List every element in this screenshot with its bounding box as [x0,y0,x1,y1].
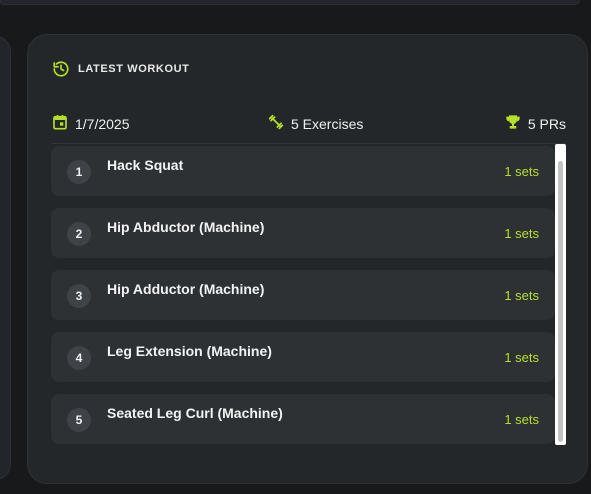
adjacent-card [0,36,11,480]
exercise-row[interactable]: 1 Hack Squat 1 sets [51,146,555,196]
exercise-sets: 1 sets [504,164,539,179]
pr-count: 5 PRs [505,114,566,133]
scrollbar-thumb[interactable] [558,161,563,442]
card-title: LATEST WORKOUT [78,63,190,75]
exercise-number: 4 [67,346,91,370]
history-icon [52,60,70,78]
exercise-sets: 1 sets [504,412,539,427]
exercise-row[interactable]: 2 Hip Abductor (Machine) 1 sets [51,208,555,258]
exercise-sets: 1 sets [504,288,539,303]
card-header: LATEST WORKOUT [52,59,189,79]
exercise-sets: 1 sets [504,226,539,241]
pr-count-text: 5 PRs [527,115,566,132]
workout-date-text: 1/7/2025 [75,115,130,132]
exercise-row[interactable]: 4 Leg Extension (Machine) 1 sets [51,332,555,382]
exercise-name: Seated Leg Curl (Machine) [107,405,283,421]
exercise-list-scrollbar[interactable] [555,144,566,445]
exercise-row[interactable]: 3 Hip Adductor (Machine) 1 sets [51,270,555,320]
dumbbell-icon [268,114,284,133]
top-panel-edge [0,0,580,5]
calendar-icon [52,114,68,133]
workout-date: 1/7/2025 [52,114,130,133]
exercise-number: 1 [67,160,91,184]
divider [52,143,566,144]
trophy-icon [505,114,521,133]
exercise-sets: 1 sets [504,350,539,365]
exercise-name: Hack Squat [107,157,184,173]
exercise-name: Hip Abductor (Machine) [107,219,265,235]
exercise-count-text: 5 Exercises [291,115,364,132]
exercise-number: 2 [67,222,91,246]
exercise-name: Leg Extension (Machine) [107,343,272,359]
exercise-number: 5 [67,408,91,432]
exercise-count: 5 Exercises [268,114,363,133]
latest-workout-card: LATEST WORKOUT 1/7/2025 5 Exercises 5 PR… [27,34,588,484]
exercise-number: 3 [67,284,91,308]
exercise-row[interactable]: 5 Seated Leg Curl (Machine) 1 sets [51,394,555,444]
workout-summary: 1/7/2025 5 Exercises 5 PRs [52,114,566,134]
exercise-name: Hip Adductor (Machine) [107,281,265,297]
